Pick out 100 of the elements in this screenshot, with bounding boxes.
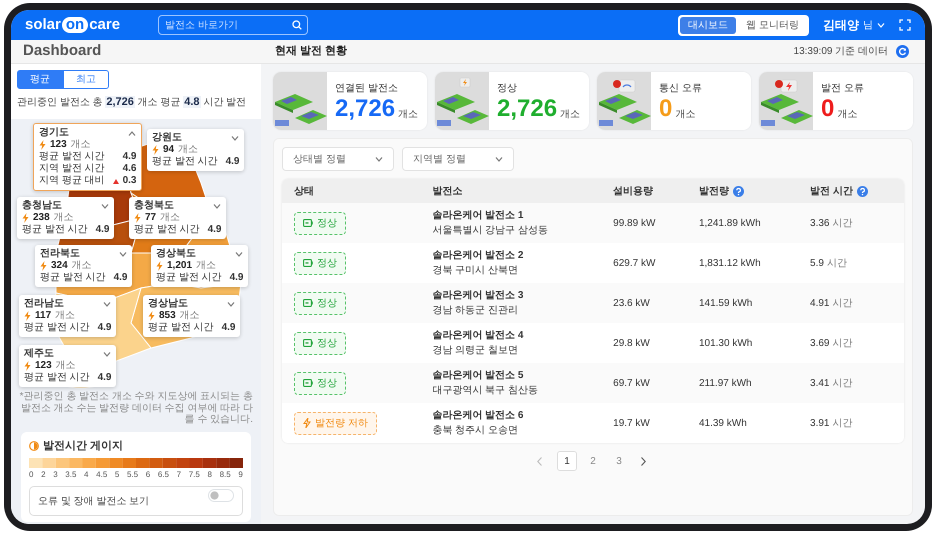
gauge-tick-label: 8 — [207, 469, 212, 481]
lightning-bolt-icon — [148, 311, 155, 321]
column-header: 상태 — [294, 184, 314, 198]
user-name: 김태양 — [823, 17, 859, 34]
station-count: 123 — [50, 139, 67, 151]
station-count: 123 — [35, 360, 52, 372]
chevron-down-icon — [877, 22, 885, 28]
stat-label: 평균 발전 시간 — [148, 322, 214, 334]
gauge-tick-label: 5.5 — [127, 469, 138, 481]
region-callout[interactable]: 전라남도 117 개소 평균 발전 시간 4.9 — [19, 295, 116, 337]
station-count: 853 — [159, 310, 176, 322]
gauge-tick-label: 4.5 — [96, 469, 108, 481]
help-icon — [856, 186, 868, 196]
region-callout[interactable]: 충청북도 77 개소 평균 발전 시간 4.9 — [129, 197, 226, 239]
page-title: Dashboard — [22, 41, 102, 62]
gauge-tick-label: 8.5 — [220, 469, 231, 481]
table-cell: 41.39 kWh — [698, 418, 747, 428]
station-name: 솔라온케어 발전소 1 — [432, 209, 524, 223]
gauge-tick-label: 6.5 — [158, 469, 169, 481]
status-text: 정상 — [317, 336, 337, 350]
section-title: 현재 발전 현황 — [274, 44, 348, 60]
sort-dropdown[interactable]: 지역별 정렬 — [402, 147, 514, 171]
lightning-bolt-icon — [152, 145, 159, 155]
table-cell: 1,831.12 kWh — [698, 258, 761, 268]
chevron-left-icon — [537, 456, 542, 466]
gauge-tick-label: 9 — [238, 469, 243, 481]
chevron-down-icon — [495, 156, 503, 162]
summary-text: 관리중인 발전소 총 2,726 개소 평균 4.8 시간 발전 — [17, 95, 246, 110]
count-unit: 개소 — [160, 212, 180, 224]
hours-unit: 시간 — [832, 218, 852, 228]
table-cell: 29.8 kW — [613, 338, 650, 348]
stat-value: 4.9 — [230, 272, 244, 284]
toggle-switch[interactable] — [208, 489, 234, 502]
mode-tab[interactable]: 평균 — [17, 70, 63, 89]
column-header: 발전소 — [432, 184, 462, 198]
count-unit: 개소 — [54, 212, 74, 224]
region-callout[interactable]: 경상남도 853 개소 평균 발전 시간 4.9 — [143, 295, 240, 337]
station-count: 324 — [51, 260, 68, 272]
count-unit: 개소 — [55, 310, 76, 322]
region-callout[interactable]: 경기도 123 개소 평균 발전 시간 4.9 지역 발전 시간 4.6 지역 평균 대비 0.3 — [33, 123, 142, 191]
logo-badge: on — [62, 17, 88, 33]
help-icon — [732, 186, 744, 196]
station-name: 솔라온케어 발전소 3 — [432, 289, 524, 303]
table-cell: 23.6 kW — [613, 298, 650, 308]
region-callout[interactable]: 제주도 123 개소 평균 발전 시간 4.9 — [19, 345, 116, 387]
region-name: 충청북도 — [134, 200, 174, 212]
column-header: 설비용량 — [613, 184, 654, 198]
chevron-right-icon — [641, 456, 646, 466]
mode-tab[interactable]: 최고 — [63, 70, 109, 89]
page-button[interactable]: 1 — [557, 451, 577, 471]
table-cell: 3.69 — [810, 338, 830, 348]
lightning-bolt-icon — [40, 261, 47, 271]
station-address: 대구광역시 북구 침산동 — [432, 384, 539, 398]
card-label: 발전 오류 — [821, 82, 864, 96]
gauge-tick-label: 6 — [146, 469, 150, 481]
battery-icon — [303, 339, 313, 347]
column-header: 발전량 — [698, 184, 729, 198]
card-value: 0 — [821, 96, 834, 122]
table-cell: 5.9 — [810, 258, 824, 268]
card-value: 2,726 — [497, 96, 558, 122]
region-name: 충청남도 — [22, 200, 62, 212]
lightning-bolt-icon — [303, 418, 311, 428]
stat-label: 평균 발전 시간 — [40, 272, 106, 284]
hours-unit: 시간 — [832, 378, 852, 388]
card-unit: 개소 — [837, 108, 858, 122]
gauge-title: 발전시간 게이지 — [43, 438, 124, 454]
stat-value: 4.9 — [98, 372, 112, 384]
logo-text: care — [89, 14, 120, 35]
stat-value: 4.6 — [122, 163, 136, 175]
refresh-icon[interactable] — [896, 45, 909, 58]
status-text: 정상 — [317, 376, 337, 390]
stat-label: 평균 발전 시간 — [156, 272, 222, 284]
stat-value: 4.9 — [226, 156, 240, 168]
search-field[interactable]: 발전소 바로가기 — [158, 15, 308, 35]
table-cell: 69.7 kW — [613, 378, 650, 388]
sort-dropdown[interactable]: 상태별 정렬 — [282, 147, 394, 171]
station-name: 솔라온케어 발전소 2 — [432, 249, 524, 263]
region-callout[interactable]: 경상북도 1,201 개소 평균 발전 시간 4.9 — [151, 245, 248, 287]
region-callout[interactable]: 충청남도 238 개소 평균 발전 시간 4.9 — [17, 197, 114, 239]
lightning-bolt-icon — [24, 361, 31, 371]
station-name: 솔라온케어 발전소 5 — [432, 369, 524, 383]
column-header: 발전 시간 — [810, 184, 853, 198]
station-address: 경남 하동군 진관리 — [432, 304, 519, 318]
gauge-tick-label: 0 — [29, 469, 34, 481]
chevron-down-icon — [375, 156, 383, 162]
region-callout[interactable]: 강원도 94 개소 평균 발전 시간 4.9 — [147, 129, 244, 171]
region-name: 제주도 — [24, 348, 54, 360]
card-label: 연결된 발전소 — [335, 82, 399, 96]
battery-icon — [303, 299, 313, 307]
fullscreen-icon[interactable] — [899, 19, 911, 31]
lightning-bolt-icon — [24, 311, 31, 321]
lightning-bolt-icon — [134, 213, 141, 223]
view-tab[interactable]: 대시보드 — [680, 16, 736, 34]
region-name: 전라북도 — [40, 248, 80, 260]
status-text: 정상 — [317, 296, 337, 310]
gauge-tick-label: 7.5 — [188, 469, 200, 481]
region-name: 전라남도 — [24, 298, 64, 310]
region-callout[interactable]: 전라북도 324 개소 평균 발전 시간 4.9 — [35, 245, 132, 287]
count-unit: 개소 — [70, 139, 91, 151]
table-cell: 99.89 kW — [613, 218, 656, 228]
